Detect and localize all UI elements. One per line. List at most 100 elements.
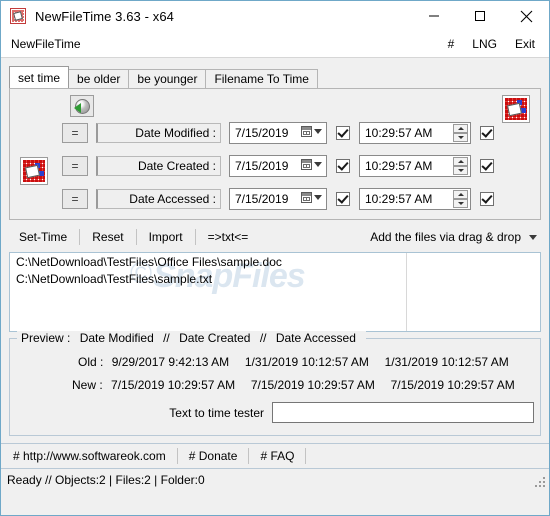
menu-item-hash[interactable]: # (448, 37, 455, 51)
list-item[interactable]: C:\NetDownload\TestFiles\sample.txt (10, 270, 540, 287)
text-to-time-tester-label: Text to time tester (169, 405, 264, 420)
tab-be-older[interactable]: be older (68, 69, 130, 88)
date-input-modified[interactable]: 7/15/2019 (229, 122, 327, 144)
checkbox-time-created[interactable] (480, 159, 494, 173)
link-donate[interactable]: # Donate (178, 449, 249, 463)
date-picker-controls-modified[interactable] (301, 126, 322, 137)
checkbox-date-modified[interactable] (336, 126, 350, 140)
text-to-time-tester-input[interactable] (272, 402, 534, 423)
link-faq[interactable]: # FAQ (249, 449, 305, 463)
label-date-modified: Date Modified : (96, 123, 221, 143)
preview-legend: Preview : Date Modified // Date Created … (17, 331, 366, 345)
spinner-up-modified[interactable] (453, 124, 468, 133)
row-date-created: = Date Created : 7/15/2019 10:29:57 AM (62, 154, 494, 178)
time-spinner-created[interactable] (453, 157, 468, 175)
label-date-accessed: Date Accessed : (96, 189, 221, 209)
spinner-down-created[interactable] (453, 166, 468, 175)
add-files-dropdown[interactable]: Add the files via drag & drop (370, 230, 541, 244)
preview-legend-part-created: Date Created (179, 331, 251, 345)
label-date-created: Date Created : (96, 156, 221, 176)
app-calendar-icon (10, 8, 26, 24)
time-value-created: 10:29:57 AM (365, 159, 433, 173)
checkbox-time-accessed[interactable] (480, 192, 494, 206)
time-value-accessed: 10:29:57 AM (365, 192, 433, 206)
preview-group: Preview : Date Modified // Date Created … (9, 331, 541, 436)
preview-row-old: Old : 9/29/2017 9:42:13 AM 1/31/2019 10:… (78, 355, 509, 369)
equals-button-modified[interactable]: = (62, 123, 88, 143)
tab-be-younger[interactable]: be younger (128, 69, 207, 88)
chevron-down-icon-modified (314, 129, 322, 134)
text-to-time-tester-row: Text to time tester (10, 402, 534, 423)
status-bar: Ready // Objects:2 | Files:2 | Folder:0 (1, 468, 549, 491)
menu-bar: NewFileTime # LNG Exit (1, 31, 549, 58)
calendar-icon-created (301, 159, 312, 170)
time-value-modified: 10:29:57 AM (365, 126, 433, 140)
calendar-clock-icon-right[interactable] (502, 95, 530, 123)
tab-page-set-time: = Date Modified : 7/15/2019 10:29:57 AM (9, 88, 541, 220)
time-input-created[interactable]: 10:29:57 AM (359, 155, 471, 177)
menu-item-newfiletime[interactable]: NewFileTime (11, 37, 81, 51)
tab-strip: set time be older be younger Filename To… (9, 66, 541, 88)
calendar-clock-icon-left[interactable] (20, 157, 48, 185)
tab-filename-to-time[interactable]: Filename To Time (205, 69, 318, 88)
minimize-button[interactable] (411, 1, 457, 31)
preview-new-modified: 7/15/2019 10:29:57 AM (111, 378, 236, 392)
preview-legend-separator: // (163, 331, 170, 345)
reset-button[interactable]: Reset (80, 230, 135, 244)
date-picker-controls-created[interactable] (301, 159, 322, 170)
export-txt-button[interactable]: =>txt<= (196, 230, 261, 244)
row-date-modified: = Date Modified : 7/15/2019 10:29:57 AM (62, 121, 494, 145)
close-button[interactable] (503, 1, 549, 31)
row-date-accessed: = Date Accessed : 7/15/2019 10:29:57 AM (62, 187, 494, 211)
spinner-down-accessed[interactable] (453, 199, 468, 208)
status-text: Ready // Objects:2 | Files:2 | Folder:0 (7, 473, 205, 487)
app-window: NewFileTime 3.63 - x64 NewFileTime # LNG… (0, 0, 550, 516)
preview-new-created: 7/15/2019 10:29:57 AM (250, 378, 375, 392)
time-spinner-modified[interactable] (453, 124, 468, 142)
date-time-rows: = Date Modified : 7/15/2019 10:29:57 AM (62, 121, 494, 220)
tab-set-time[interactable]: set time (9, 66, 70, 88)
window-title: NewFileTime 3.63 - x64 (35, 8, 174, 24)
time-input-accessed[interactable]: 10:29:57 AM (359, 188, 471, 210)
time-input-modified[interactable]: 10:29:57 AM (359, 122, 471, 144)
menu-item-language[interactable]: LNG (472, 37, 497, 51)
date-input-accessed[interactable]: 7/15/2019 (229, 188, 327, 210)
globe-refresh-icon (73, 98, 90, 114)
date-value-created: 7/15/2019 (235, 159, 289, 173)
chevron-down-icon-accessed (314, 195, 322, 200)
resize-grip[interactable] (535, 477, 546, 488)
preview-legend-prefix: Preview : (21, 331, 71, 345)
preview-old-created: 1/31/2019 10:12:57 AM (244, 355, 369, 369)
set-time-button[interactable]: Set-Time (9, 230, 79, 244)
link-separator (305, 448, 307, 464)
checkbox-time-modified[interactable] (480, 126, 494, 140)
link-website[interactable]: # http://www.softwareok.com (1, 449, 177, 463)
equals-button-accessed[interactable]: = (62, 189, 88, 209)
checkbox-date-accessed[interactable] (336, 192, 350, 206)
calendar-icon-modified (301, 126, 312, 137)
date-input-created[interactable]: 7/15/2019 (229, 155, 327, 177)
action-toolbar: Set-Time Reset Import =>txt<= Add the fi… (9, 225, 541, 249)
list-item[interactable]: C:\NetDownload\TestFiles\Office Files\sa… (10, 253, 540, 270)
spinner-down-modified[interactable] (453, 133, 468, 142)
link-bar: # http://www.softwareok.com # Donate # F… (1, 443, 549, 468)
checkbox-date-created[interactable] (336, 159, 350, 173)
chevron-down-icon-created (314, 162, 322, 167)
spinner-up-created[interactable] (453, 157, 468, 166)
date-picker-controls-accessed[interactable] (301, 192, 322, 203)
globe-refresh-button[interactable] (70, 95, 94, 117)
maximize-button[interactable] (457, 1, 503, 31)
spinner-up-accessed[interactable] (453, 190, 468, 199)
file-list[interactable]: ©SnapFiles C:\NetDownload\TestFiles\Offi… (9, 252, 541, 332)
time-spinner-accessed[interactable] (453, 190, 468, 208)
preview-row-new: New : 7/15/2019 10:29:57 AM 7/15/2019 10… (72, 378, 515, 392)
title-bar: NewFileTime 3.63 - x64 (1, 1, 549, 31)
tab-strip-container: set time be older be younger Filename To… (1, 58, 549, 88)
preview-new-accessed: 7/15/2019 10:29:57 AM (390, 378, 515, 392)
preview-old-accessed: 1/31/2019 10:12:57 AM (384, 355, 509, 369)
menu-item-exit[interactable]: Exit (515, 37, 535, 51)
import-button[interactable]: Import (137, 230, 195, 244)
equals-button-created[interactable]: = (62, 156, 88, 176)
date-value-modified: 7/15/2019 (235, 126, 289, 140)
add-files-dropdown-label: Add the files via drag & drop (370, 230, 521, 244)
